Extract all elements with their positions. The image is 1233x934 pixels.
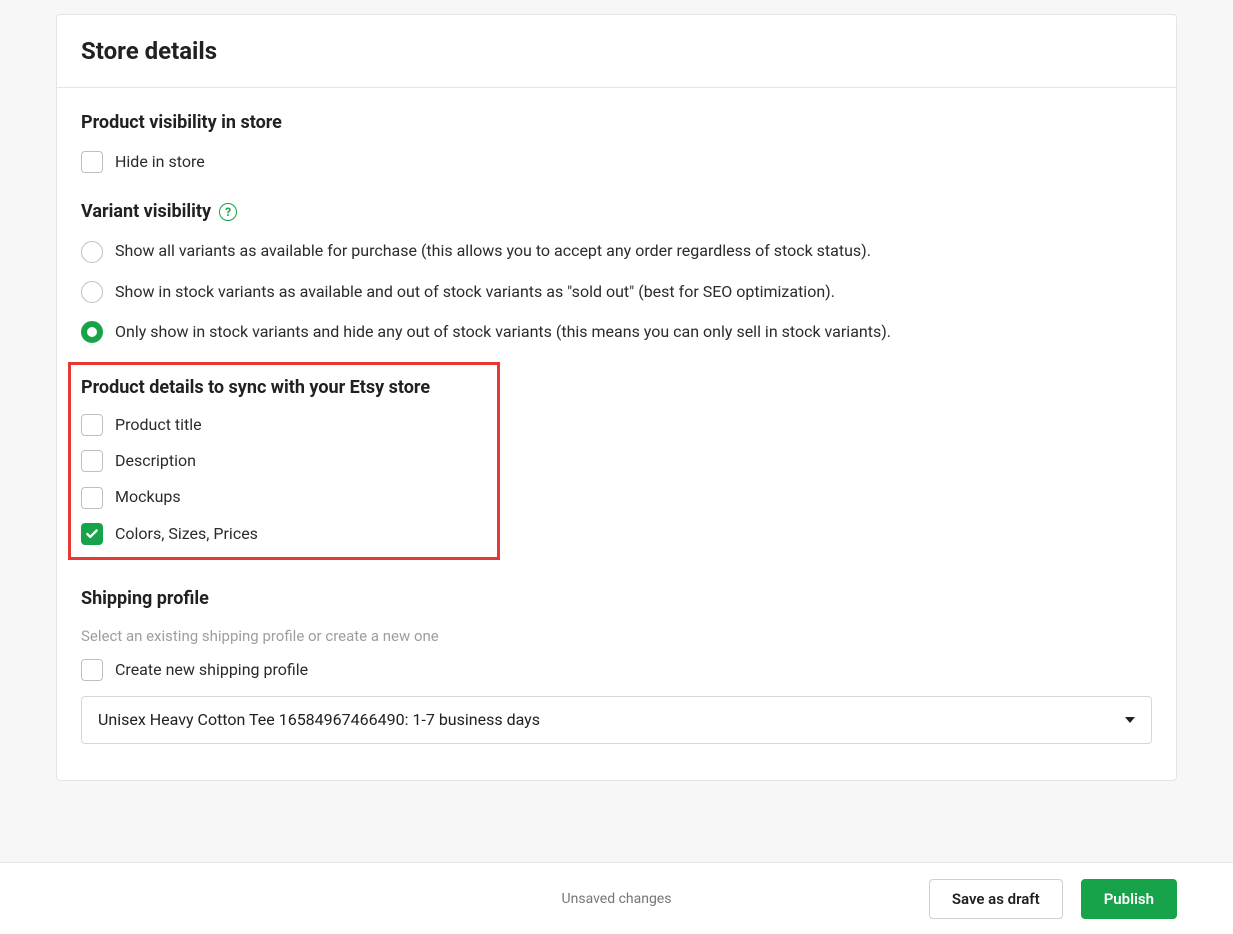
sync-item-0[interactable]: Product title	[81, 414, 487, 436]
variant-option-1[interactable]: Show in stock variants as available and …	[81, 281, 1152, 303]
hide-in-store-label: Hide in store	[115, 151, 205, 173]
sync-label-2: Mockups	[115, 486, 181, 508]
shipping-profile-value: Unisex Heavy Cotton Tee 16584967466490: …	[98, 710, 540, 729]
shipping-section-title: Shipping profile	[81, 588, 1152, 609]
sync-label-3: Colors, Sizes, Prices	[115, 523, 258, 545]
variant-option-2[interactable]: Only show in stock variants and hide any…	[81, 321, 1152, 343]
hide-in-store-row[interactable]: Hide in store	[81, 151, 1152, 173]
sync-label-0: Product title	[115, 414, 202, 436]
help-icon[interactable]: ?	[219, 203, 237, 221]
sync-item-2[interactable]: Mockups	[81, 486, 487, 508]
sync-checkbox-3[interactable]	[81, 523, 103, 545]
hide-in-store-checkbox[interactable]	[81, 151, 103, 173]
create-shipping-row[interactable]: Create new shipping profile	[81, 659, 1152, 681]
sync-checkbox-1[interactable]	[81, 450, 103, 472]
publish-button[interactable]: Publish	[1081, 879, 1177, 919]
unsaved-status: Unsaved changes	[562, 891, 672, 907]
visibility-section-title: Product visibility in store	[81, 112, 1152, 133]
sync-section-title: Product details to sync with your Etsy s…	[81, 377, 487, 398]
sync-highlight-box: Product details to sync with your Etsy s…	[68, 362, 500, 561]
variant-label-2: Only show in stock variants and hide any…	[115, 321, 891, 343]
panel-header: Store details	[57, 15, 1176, 88]
variant-section-title-text: Variant visibility	[81, 201, 211, 222]
sync-checkbox-2[interactable]	[81, 487, 103, 509]
create-shipping-label: Create new shipping profile	[115, 659, 308, 681]
variant-section-title: Variant visibility ?	[81, 201, 1152, 222]
variant-option-0[interactable]: Show all variants as available for purch…	[81, 240, 1152, 262]
chevron-down-icon	[1125, 717, 1135, 723]
variant-radio-0[interactable]	[81, 241, 103, 263]
variant-radio-1[interactable]	[81, 281, 103, 303]
create-shipping-checkbox[interactable]	[81, 659, 103, 681]
shipping-helper: Select an existing shipping profile or c…	[81, 627, 1152, 645]
variant-label-1: Show in stock variants as available and …	[115, 281, 835, 303]
sync-item-3[interactable]: Colors, Sizes, Prices	[81, 523, 487, 545]
store-details-panel: Store details Product visibility in stor…	[56, 14, 1177, 781]
sync-label-1: Description	[115, 450, 196, 472]
variant-label-0: Show all variants as available for purch…	[115, 240, 871, 262]
save-draft-button[interactable]: Save as draft	[929, 879, 1063, 919]
sync-item-1[interactable]: Description	[81, 450, 487, 472]
footer-bar: Unsaved changes Save as draft Publish	[0, 862, 1233, 934]
shipping-profile-select[interactable]: Unisex Heavy Cotton Tee 16584967466490: …	[81, 696, 1152, 744]
panel-title: Store details	[81, 37, 1152, 65]
variant-radio-2[interactable]	[81, 321, 103, 343]
sync-checkbox-0[interactable]	[81, 414, 103, 436]
